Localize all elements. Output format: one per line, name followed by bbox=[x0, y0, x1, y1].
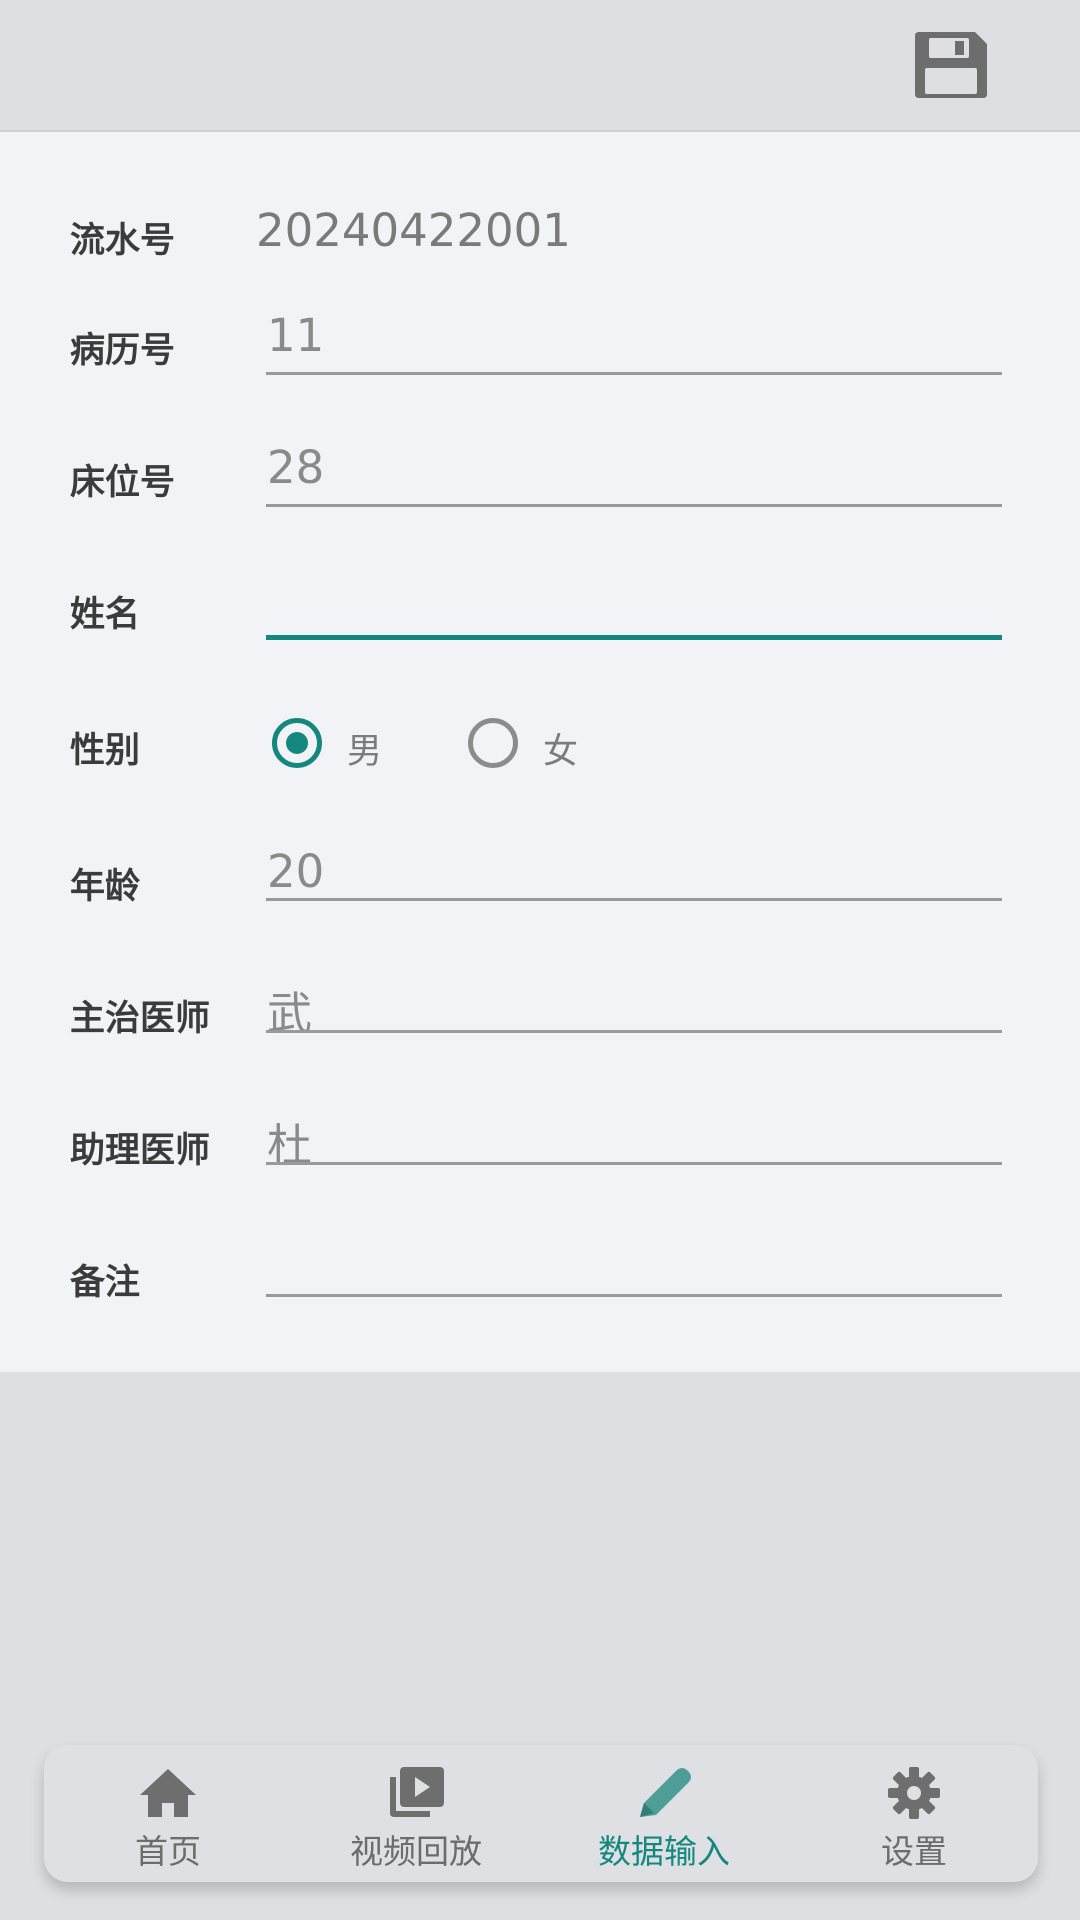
gender-female-radio[interactable] bbox=[468, 718, 518, 768]
serial-number-row: 流水号 20240422001 bbox=[0, 192, 1080, 272]
nav-item-data-input[interactable]: 数据输入 bbox=[540, 1745, 788, 1882]
nav-label-settings: 设置 bbox=[881, 1832, 947, 1871]
record-number-input[interactable]: 11 bbox=[267, 309, 324, 362]
video-library-icon bbox=[390, 1767, 444, 1817]
home-icon bbox=[140, 1769, 196, 1817]
notes-underline bbox=[266, 1294, 1002, 1297]
nav-label-data-input: 数据输入 bbox=[598, 1832, 730, 1871]
nav-item-settings[interactable]: 设置 bbox=[790, 1745, 1038, 1882]
bed-number-row: 床位号 28 bbox=[0, 424, 1080, 534]
pencil-icon bbox=[640, 1768, 691, 1817]
save-button[interactable] bbox=[906, 25, 996, 105]
assistant-physician-label: 助理医师 bbox=[70, 1131, 211, 1171]
nav-item-home[interactable]: 首页 bbox=[44, 1745, 292, 1882]
age-underline bbox=[266, 898, 1002, 901]
gear-icon bbox=[888, 1767, 940, 1819]
bed-number-underline bbox=[266, 504, 1002, 507]
nav-label-home: 首页 bbox=[135, 1832, 201, 1871]
gender-row: 性别 男 女 bbox=[0, 692, 1080, 802]
gender-label: 性别 bbox=[70, 731, 141, 771]
bottom-navigation: 首页 视频回放 数据输入 设置 bbox=[44, 1745, 1038, 1882]
record-number-label: 病历号 bbox=[70, 331, 176, 371]
notes-label: 备注 bbox=[70, 1263, 141, 1303]
age-label: 年龄 bbox=[70, 867, 141, 907]
record-number-row: 病历号 11 bbox=[0, 292, 1080, 402]
attending-physician-underline bbox=[266, 1030, 1002, 1033]
bed-number-input[interactable]: 28 bbox=[267, 441, 324, 494]
assistant-physician-row: 助理医师 杜 bbox=[0, 1092, 1080, 1202]
top-app-bar bbox=[0, 0, 1080, 132]
age-row: 年龄 20 bbox=[0, 828, 1080, 938]
nav-label-video-playback: 视频回放 bbox=[350, 1832, 482, 1871]
gender-male-label[interactable]: 男 bbox=[347, 723, 382, 774]
nav-item-video-playback[interactable]: 视频回放 bbox=[292, 1745, 540, 1882]
name-label: 姓名 bbox=[70, 595, 141, 635]
assistant-physician-underline bbox=[266, 1162, 1002, 1165]
gender-male-radio[interactable] bbox=[272, 718, 322, 768]
age-input[interactable]: 20 bbox=[267, 845, 324, 898]
bed-number-label: 床位号 bbox=[70, 463, 176, 503]
attending-physician-label: 主治医师 bbox=[70, 999, 211, 1039]
notes-row: 备注 bbox=[0, 1224, 1080, 1334]
patient-info-form: 流水号 20240422001 病历号 11 床位号 28 姓名 性别 男 女 … bbox=[0, 132, 1080, 1372]
floppy-disk-save-icon bbox=[915, 32, 987, 98]
name-underline bbox=[266, 635, 1002, 640]
attending-physician-row: 主治医师 武 bbox=[0, 960, 1080, 1070]
record-number-underline bbox=[266, 372, 1002, 375]
serial-number-value: 20240422001 bbox=[256, 204, 571, 257]
serial-number-label: 流水号 bbox=[70, 221, 176, 261]
name-row: 姓名 bbox=[0, 556, 1080, 666]
gender-female-label[interactable]: 女 bbox=[543, 723, 578, 774]
